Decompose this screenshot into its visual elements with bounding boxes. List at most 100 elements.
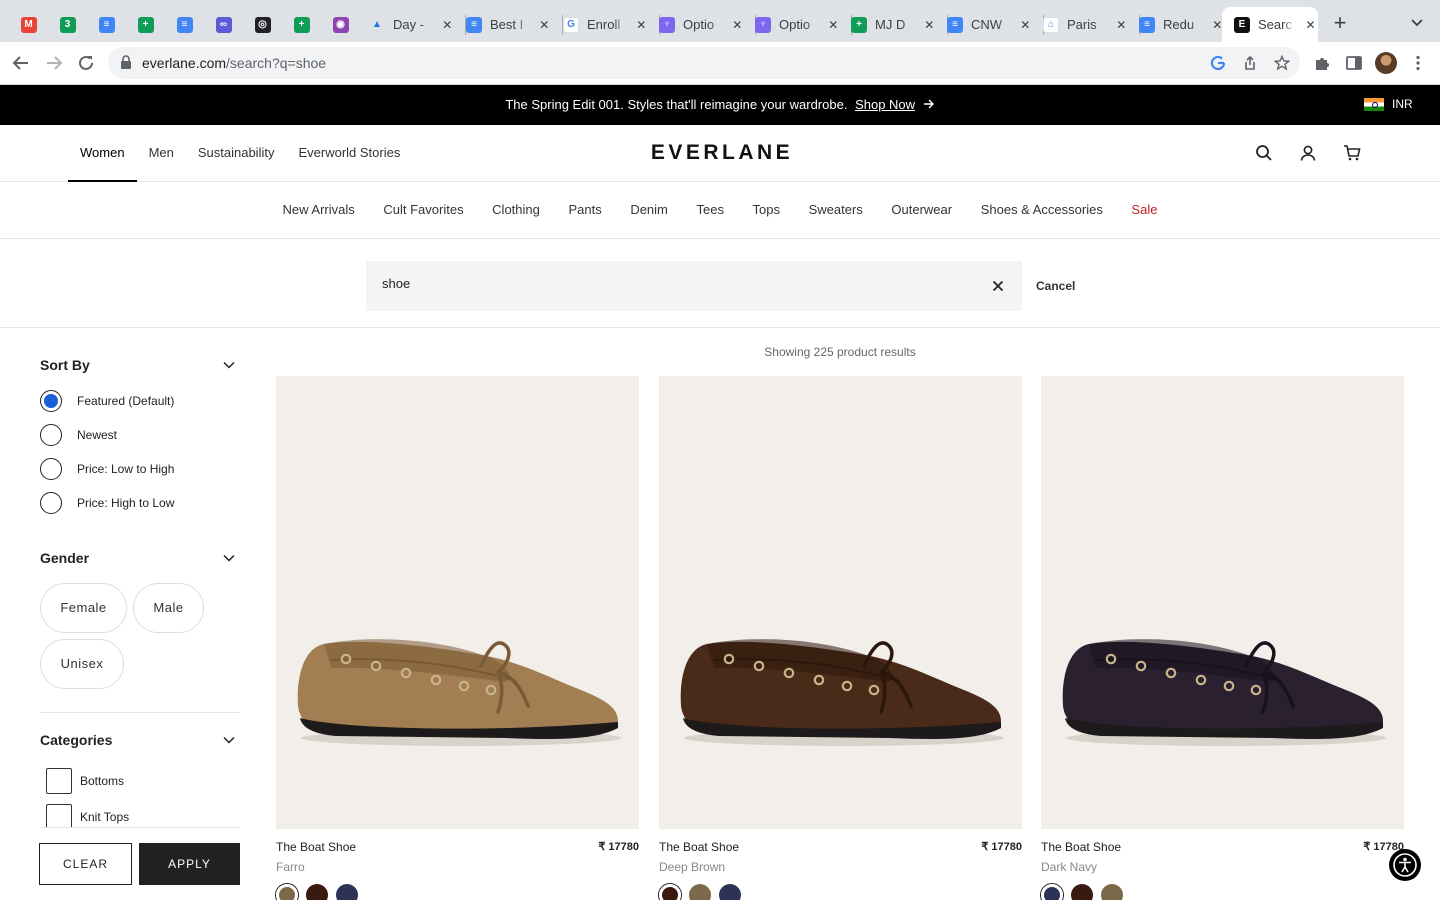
browser-tab[interactable]: ≡ bbox=[87, 7, 126, 42]
product-image[interactable] bbox=[276, 376, 639, 829]
sort-by-title[interactable]: Sort By bbox=[40, 357, 90, 373]
lock-icon[interactable] bbox=[120, 55, 132, 69]
address-bar[interactable]: everlane.com/search?q=shoe bbox=[108, 47, 1300, 79]
category-nav-pants[interactable]: Pants bbox=[554, 182, 616, 238]
product-name[interactable]: The Boat Shoe bbox=[276, 840, 356, 854]
color-swatch[interactable] bbox=[1101, 884, 1123, 900]
browser-tab[interactable]: E Searc ✕ bbox=[1222, 7, 1318, 42]
forward-icon[interactable] bbox=[43, 52, 65, 74]
color-swatch[interactable] bbox=[1041, 884, 1063, 900]
chevron-down-icon[interactable] bbox=[222, 733, 236, 747]
primary-nav-women[interactable]: Women bbox=[68, 125, 137, 182]
tab-close-icon[interactable]: ✕ bbox=[730, 18, 745, 32]
new-tab-button[interactable]: + bbox=[1330, 12, 1350, 34]
browser-tab[interactable]: ♆ Optio ✕ bbox=[755, 7, 841, 42]
browser-tab[interactable]: + bbox=[282, 7, 321, 42]
primary-nav-everworld-stories[interactable]: Everworld Stories bbox=[286, 125, 412, 182]
color-swatch[interactable] bbox=[689, 884, 711, 900]
search-input[interactable] bbox=[382, 276, 962, 291]
product-card[interactable]: The Boat Shoe ₹ 17780 Deep Brown bbox=[659, 376, 1022, 900]
browser-tab[interactable]: ≡ Best I ✕ bbox=[466, 7, 552, 42]
color-swatch[interactable] bbox=[719, 884, 741, 900]
chevron-down-icon[interactable] bbox=[222, 551, 236, 565]
reload-icon[interactable] bbox=[75, 52, 97, 74]
color-swatch[interactable] bbox=[336, 884, 358, 900]
browser-tab[interactable]: + MJ D ✕ bbox=[851, 7, 937, 42]
browser-tab[interactable]: ≡ Redu ✕ bbox=[1139, 7, 1225, 42]
share-icon[interactable] bbox=[1242, 55, 1258, 71]
account-icon[interactable] bbox=[1299, 144, 1317, 162]
category-nav-new-arrivals[interactable]: New Arrivals bbox=[268, 182, 369, 238]
sort-radio[interactable] bbox=[40, 390, 62, 412]
extensions-puzzle-icon[interactable] bbox=[1313, 54, 1331, 72]
category-nav-cult-favorites[interactable]: Cult Favorites bbox=[369, 182, 478, 238]
browser-tab[interactable]: 3 bbox=[48, 7, 87, 42]
bookmark-star-icon[interactable] bbox=[1274, 55, 1290, 71]
browser-tab[interactable]: ∞ bbox=[204, 7, 243, 42]
tab-close-icon[interactable]: ✕ bbox=[634, 18, 649, 32]
browser-tab[interactable]: ♆ Optio ✕ bbox=[659, 7, 745, 42]
currency-selector[interactable]: INR bbox=[1364, 97, 1413, 111]
tab-close-icon[interactable]: ✕ bbox=[826, 18, 841, 32]
sort-option[interactable]: Newest bbox=[40, 424, 117, 446]
gender-female-button[interactable]: Female bbox=[40, 583, 127, 633]
browser-tab[interactable]: G Enroll ✕ bbox=[563, 7, 649, 42]
category-option[interactable]: Knit Tops bbox=[46, 804, 129, 827]
browser-tab[interactable]: ≡ CNW ✕ bbox=[947, 7, 1033, 42]
category-option[interactable]: Bottoms bbox=[46, 768, 124, 794]
category-checkbox[interactable] bbox=[46, 768, 72, 794]
product-image[interactable] bbox=[1041, 376, 1404, 829]
everlane-logo[interactable]: EVERLANE bbox=[600, 141, 844, 165]
browser-tab[interactable]: M bbox=[9, 7, 48, 42]
primary-nav-sustainability[interactable]: Sustainability bbox=[186, 125, 287, 182]
search-icon[interactable] bbox=[1255, 144, 1273, 162]
tab-close-icon[interactable]: ✕ bbox=[1114, 18, 1129, 32]
gender-title[interactable]: Gender bbox=[40, 550, 89, 566]
apply-filters-button[interactable]: APPLY bbox=[139, 843, 240, 885]
browser-menu-icon[interactable] bbox=[1409, 54, 1427, 72]
category-nav-tees[interactable]: Tees bbox=[682, 182, 738, 238]
side-panel-icon[interactable] bbox=[1345, 54, 1363, 72]
color-swatch[interactable] bbox=[276, 884, 298, 900]
browser-tab[interactable]: ▲ Day - ✕ bbox=[369, 7, 455, 42]
tab-close-icon[interactable]: ✕ bbox=[1018, 18, 1033, 32]
browser-tab[interactable]: ◉ bbox=[321, 7, 360, 42]
category-nav-sale[interactable]: Sale bbox=[1117, 182, 1172, 238]
sort-option[interactable]: Featured (Default) bbox=[40, 390, 174, 412]
category-nav-clothing[interactable]: Clothing bbox=[478, 182, 554, 238]
browser-tab[interactable]: + bbox=[126, 7, 165, 42]
sort-option[interactable]: Price: High to Low bbox=[40, 492, 174, 514]
tab-close-icon[interactable]: ✕ bbox=[1303, 18, 1318, 32]
color-swatch[interactable] bbox=[306, 884, 328, 900]
back-icon[interactable] bbox=[10, 52, 32, 74]
product-image[interactable] bbox=[659, 376, 1022, 829]
category-nav-shoes-accessories[interactable]: Shoes & Accessories bbox=[966, 182, 1117, 238]
browser-tab[interactable]: ◎ bbox=[243, 7, 282, 42]
chevron-down-icon[interactable] bbox=[222, 358, 236, 372]
primary-nav-men[interactable]: Men bbox=[137, 125, 186, 182]
color-swatch[interactable] bbox=[1071, 884, 1093, 900]
google-icon[interactable] bbox=[1210, 55, 1226, 71]
product-name[interactable]: The Boat Shoe bbox=[659, 840, 739, 854]
gender-male-button[interactable]: Male bbox=[133, 583, 204, 633]
sort-radio[interactable] bbox=[40, 492, 62, 514]
product-card[interactable]: The Boat Shoe ₹ 17780 Dark Navy bbox=[1041, 376, 1404, 900]
category-nav-outerwear[interactable]: Outerwear bbox=[877, 182, 966, 238]
arrow-right-icon[interactable] bbox=[923, 99, 935, 109]
category-nav-denim[interactable]: Denim bbox=[616, 182, 682, 238]
product-name[interactable]: The Boat Shoe bbox=[1041, 840, 1121, 854]
category-nav-tops[interactable]: Tops bbox=[738, 182, 794, 238]
cancel-search-button[interactable]: Cancel bbox=[1036, 279, 1075, 293]
sort-radio[interactable] bbox=[40, 458, 62, 480]
profile-avatar[interactable] bbox=[1375, 52, 1397, 74]
color-swatch[interactable] bbox=[659, 884, 681, 900]
cart-icon[interactable] bbox=[1343, 144, 1361, 162]
tab-close-icon[interactable]: ✕ bbox=[537, 18, 552, 32]
browser-tab[interactable]: ≡ bbox=[165, 7, 204, 42]
sort-radio[interactable] bbox=[40, 424, 62, 446]
shop-now-link[interactable]: Shop Now bbox=[855, 97, 915, 112]
accessibility-icon[interactable] bbox=[1389, 849, 1421, 881]
clear-search-icon[interactable] bbox=[990, 278, 1006, 294]
product-card[interactable]: The Boat Shoe ₹ 17780 Farro bbox=[276, 376, 639, 900]
browser-tab[interactable]: ⌂ Paris ✕ bbox=[1043, 7, 1129, 42]
